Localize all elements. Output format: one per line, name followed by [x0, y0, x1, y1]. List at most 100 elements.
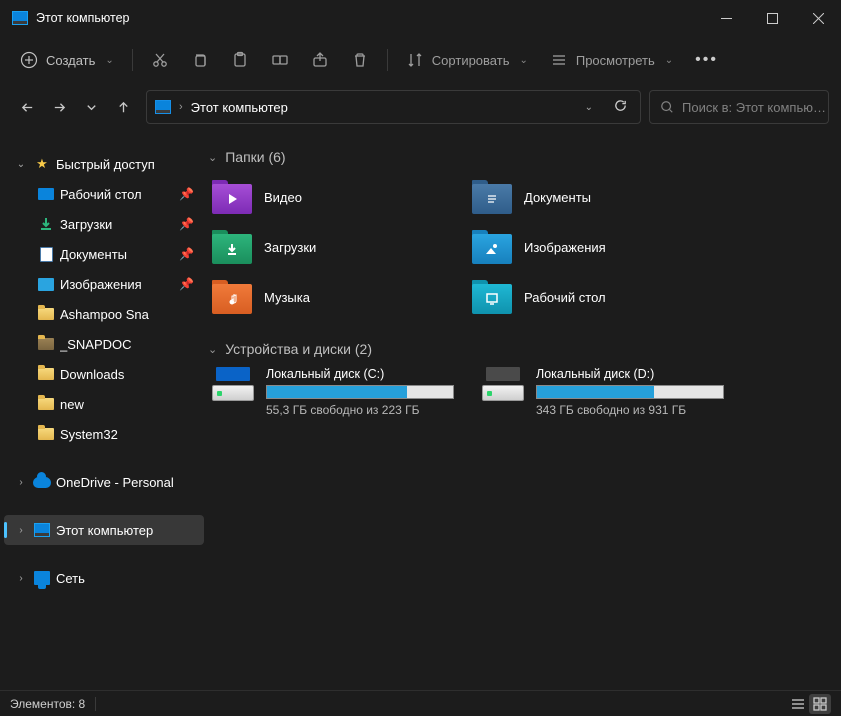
back-button[interactable]	[12, 92, 42, 122]
delete-button[interactable]	[341, 42, 379, 78]
chevron-right-icon: ›	[14, 525, 28, 536]
group-drives-header[interactable]: ⌄ Устройства и диски (2)	[208, 341, 829, 357]
sidebar-item-label: Быстрый доступ	[56, 157, 204, 172]
copy-button[interactable]	[181, 42, 219, 78]
drive-icon	[212, 367, 254, 401]
folder-icon	[36, 395, 56, 413]
group-label: Папки (6)	[225, 149, 285, 165]
search-input[interactable]: Поиск в: Этот компью…	[649, 90, 829, 124]
folder-label: Музыка	[264, 290, 310, 305]
sidebar-item-документы[interactable]: Документы📌	[4, 239, 204, 269]
up-button[interactable]	[108, 92, 138, 122]
chevron-right-icon: ›	[14, 573, 28, 584]
sidebar-item-загрузки[interactable]: Загрузки 📌	[4, 209, 204, 239]
paste-button[interactable]	[221, 42, 259, 78]
sidebar-item-label: Загрузки	[60, 217, 175, 232]
view-button[interactable]: Просмотреть ⌄	[540, 42, 683, 78]
sidebar-item-label: _SNAPDOC	[60, 337, 204, 352]
breadcrumb[interactable]: Этот компьютер	[191, 100, 288, 115]
folder-загрузки[interactable]: Загрузки	[208, 225, 448, 269]
sidebar-item-label: Ashampoo Sna	[60, 307, 204, 322]
drive-icon	[482, 367, 524, 401]
thispc-icon	[12, 11, 28, 25]
sidebar-item-downloads[interactable]: Downloads	[4, 359, 204, 389]
chevron-down-icon: ⌄	[14, 159, 28, 170]
group-folders-header[interactable]: ⌄ Папки (6)	[208, 149, 829, 165]
sidebar-thispc[interactable]: › Этот компьютер	[4, 515, 204, 545]
maximize-button[interactable]	[749, 0, 795, 36]
sidebar-item-рабочий-стол[interactable]: Рабочий стол📌	[4, 179, 204, 209]
document-icon	[36, 245, 56, 263]
drive-локальный-диск-c-[interactable]: Локальный диск (C:)55,3 ГБ свободно из 2…	[208, 367, 454, 417]
folder-музыка[interactable]: Музыка	[208, 275, 448, 319]
chevron-down-icon: ⌄	[519, 55, 527, 66]
sidebar-quick-access[interactable]: ⌄ ★ Быстрый доступ	[4, 149, 204, 179]
address-bar[interactable]: › Этот компьютер ⌄	[146, 90, 641, 124]
network-icon	[32, 569, 52, 587]
folder-icon	[472, 280, 512, 314]
cut-button[interactable]	[141, 42, 179, 78]
pin-icon: 📌	[179, 217, 194, 231]
view-details-button[interactable]	[787, 694, 809, 714]
window: Этот компьютер Создать ⌄ Сортировать ⌄ П…	[0, 0, 841, 716]
create-label: Создать	[46, 53, 95, 68]
drive-name: Локальный диск (C:)	[266, 367, 454, 381]
picture-icon	[36, 275, 56, 293]
cloud-icon	[32, 473, 52, 491]
sidebar-item-ashampoo-sna[interactable]: Ashampoo Sna	[4, 299, 204, 329]
more-button[interactable]: •••	[685, 42, 728, 78]
chevron-right-icon: ›	[14, 477, 28, 488]
sidebar-item-label: System32	[60, 427, 204, 442]
folder-изображения[interactable]: Изображения	[468, 225, 708, 269]
drive-локальный-диск-d-[interactable]: Локальный диск (D:)343 ГБ свободно из 93…	[478, 367, 724, 417]
sidebar-item-label: Рабочий стол	[60, 187, 175, 202]
create-button[interactable]: Создать ⌄	[10, 42, 124, 78]
folder-icon	[36, 425, 56, 443]
folder-icon	[472, 180, 512, 214]
folder-видео[interactable]: Видео	[208, 175, 448, 219]
sort-button[interactable]: Сортировать ⌄	[396, 42, 538, 78]
search-placeholder: Поиск в: Этот компью…	[682, 100, 826, 115]
download-icon	[36, 215, 56, 233]
refresh-button[interactable]	[607, 98, 634, 116]
thispc-icon	[32, 521, 52, 539]
chevron-down-icon: ⌄	[208, 343, 217, 356]
sidebar-onedrive[interactable]: › OneDrive - Personal	[4, 467, 204, 497]
nav-row: › Этот компьютер ⌄ Поиск в: Этот компью…	[0, 84, 841, 134]
rename-button[interactable]	[261, 42, 299, 78]
sidebar-item-label: Документы	[60, 247, 175, 262]
folder-icon	[212, 280, 252, 314]
sort-label: Сортировать	[432, 53, 510, 68]
sidebar-item-label: Изображения	[60, 277, 175, 292]
sidebar-network[interactable]: › Сеть	[4, 563, 204, 593]
separator	[387, 49, 388, 71]
group-label: Устройства и диски (2)	[225, 341, 372, 357]
folder-рабочий стол[interactable]: Рабочий стол	[468, 275, 708, 319]
pin-icon: 📌	[179, 277, 194, 291]
recent-button[interactable]	[76, 92, 106, 122]
sidebar-item-system32[interactable]: System32	[4, 419, 204, 449]
sidebar-item-new[interactable]: new	[4, 389, 204, 419]
chevron-down-icon: ⌄	[105, 55, 113, 66]
sidebar-item-изображения[interactable]: Изображения 📌	[4, 269, 204, 299]
folder-icon	[36, 365, 56, 383]
folder-документы[interactable]: Документы	[468, 175, 708, 219]
drive-bar	[536, 385, 724, 399]
drive-name: Локальный диск (D:)	[536, 367, 724, 381]
folder-label: Загрузки	[264, 240, 316, 255]
breadcrumb-sep: ›	[179, 101, 183, 113]
sidebar-item-label: OneDrive - Personal	[56, 475, 204, 490]
address-dropdown[interactable]: ⌄	[577, 102, 601, 113]
view-tiles-button[interactable]	[809, 694, 831, 714]
window-title: Этот компьютер	[36, 11, 129, 25]
folder-label: Видео	[264, 190, 302, 205]
status-bar: Элементов: 8	[0, 690, 841, 716]
sidebar-item-_snapdoc[interactable]: _SNAPDOC	[4, 329, 204, 359]
minimize-button[interactable]	[703, 0, 749, 36]
forward-button[interactable]	[44, 92, 74, 122]
content-area: ⌄ Папки (6) Видео Документы Загрузки Изобра…	[208, 134, 841, 690]
share-button[interactable]	[301, 42, 339, 78]
desktop-icon	[36, 185, 56, 203]
star-icon: ★	[32, 155, 52, 173]
close-button[interactable]	[795, 0, 841, 36]
